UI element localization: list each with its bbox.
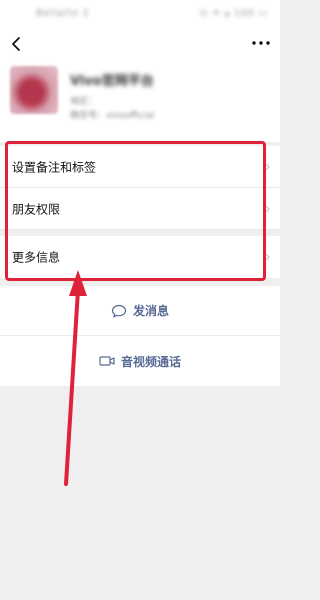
profile-wechat-id: 微信号：vivoofficial: [70, 111, 155, 121]
status-icons: ⊙ ✕ ▴ 100 ▭: [199, 8, 268, 19]
chevron-right-icon: [264, 204, 270, 213]
menu-item-remark-tags[interactable]: 设置备注和标签: [0, 146, 280, 188]
profile-region: 地区：: [70, 97, 98, 107]
video-call-button[interactable]: 音视频通话: [0, 336, 280, 386]
profile-name: Vivo官网平台: [70, 74, 154, 89]
chevron-right-icon: [264, 252, 270, 262]
more-dots-icon[interactable]: [251, 39, 271, 47]
settings-list: 设置备注和标签 朋友权限 更多信息: [0, 146, 280, 278]
menu-item-label: 朋友权限: [12, 202, 61, 216]
menu-item-friend-permissions[interactable]: 朋友权限: [0, 188, 280, 230]
status-carrier: Bellarte 2: [36, 8, 90, 19]
video-camera-icon: [99, 356, 115, 366]
contact-detail-screen: Bellarte 2 ⊙ ✕ ▴ 100 ▭ Vivo官网平台 地区： 微信号：…: [0, 0, 280, 600]
send-message-label: 发消息: [132, 304, 169, 318]
contact-actions: 发消息 音视频通话: [0, 286, 280, 386]
send-message-button[interactable]: 发消息: [0, 286, 280, 336]
chevron-right-icon: [264, 162, 270, 171]
menu-item-label: 设置备注和标签: [12, 160, 97, 174]
status-bar: Bellarte 2 ⊙ ✕ ▴ 100 ▭: [0, 0, 280, 30]
back-arrow-icon[interactable]: [8, 34, 24, 54]
menu-item-more-info[interactable]: 更多信息: [0, 236, 280, 278]
profile-card: Vivo官网平台 地区： 微信号：vivoofficial: [0, 60, 280, 142]
avatar[interactable]: [10, 66, 58, 114]
menu-item-label: 更多信息: [12, 250, 61, 265]
nav-bar: [0, 30, 280, 60]
video-call-label: 音视频通话: [120, 354, 181, 369]
chat-bubble-icon: [111, 304, 127, 317]
